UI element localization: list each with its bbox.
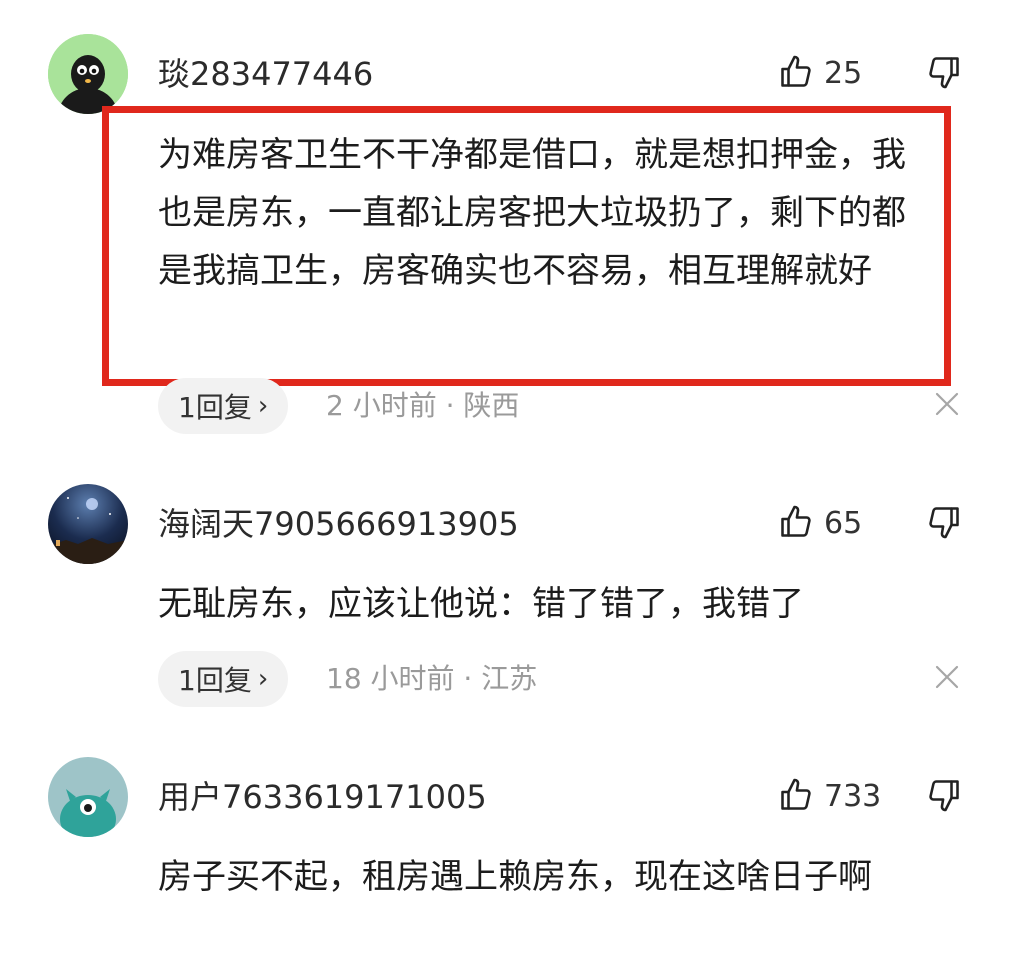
thumbs-up-icon xyxy=(778,777,814,817)
close-icon xyxy=(934,664,960,694)
avatar[interactable] xyxy=(48,484,128,564)
like-button[interactable]: 65 xyxy=(778,504,862,544)
like-count: 65 xyxy=(824,506,863,541)
close-icon xyxy=(934,391,960,421)
dislike-button[interactable] xyxy=(924,777,964,817)
like-button[interactable]: 733 xyxy=(778,777,881,817)
like-count: 733 xyxy=(824,779,882,814)
like-button[interactable]: 25 xyxy=(778,54,862,94)
reply-button[interactable]: 1回复 › xyxy=(158,651,289,707)
comment-list: 琰283477446 25 为难房客卫生不干净都是借口，就是想扣押金，我也是房东… xyxy=(0,0,1019,974)
dislike-button[interactable] xyxy=(924,54,964,94)
close-button[interactable] xyxy=(930,662,964,696)
avatar[interactable] xyxy=(48,757,128,837)
chevron-right-icon: › xyxy=(257,664,269,694)
comment-meta: 18 小时前 · 江苏 xyxy=(326,662,538,695)
thumbs-down-icon xyxy=(926,504,962,544)
close-button[interactable] xyxy=(930,389,964,423)
username[interactable]: 用户7633619171005 xyxy=(158,777,487,817)
reply-button[interactable]: 1回复 › xyxy=(158,378,289,434)
username[interactable]: 琰283477446 xyxy=(158,54,373,94)
comment-text: 房子买不起，租房遇上赖房东，现在这啥日子啊 xyxy=(158,857,872,897)
reply-label: 1回复 xyxy=(178,391,252,424)
chevron-right-icon: › xyxy=(257,391,269,421)
reply-label: 1回复 xyxy=(178,664,252,697)
dislike-button[interactable] xyxy=(924,504,964,544)
thumbs-up-icon xyxy=(778,504,814,544)
thumbs-up-icon xyxy=(778,54,814,94)
comment-text: 无耻房东，应该让他说：错了错了，我错了 xyxy=(158,584,804,624)
like-count: 25 xyxy=(824,56,863,91)
comment-text: 为难房客卫生不干净都是借口，就是想扣押金，我也是房东，一直都让房客把大垃圾扔了，… xyxy=(158,135,906,291)
thumbs-down-icon xyxy=(926,54,962,94)
comment-meta: 2 小时前 · 陕西 xyxy=(326,389,520,422)
thumbs-down-icon xyxy=(926,777,962,817)
username[interactable]: 海阔天7905666913905 xyxy=(158,504,519,544)
avatar[interactable] xyxy=(48,34,128,114)
